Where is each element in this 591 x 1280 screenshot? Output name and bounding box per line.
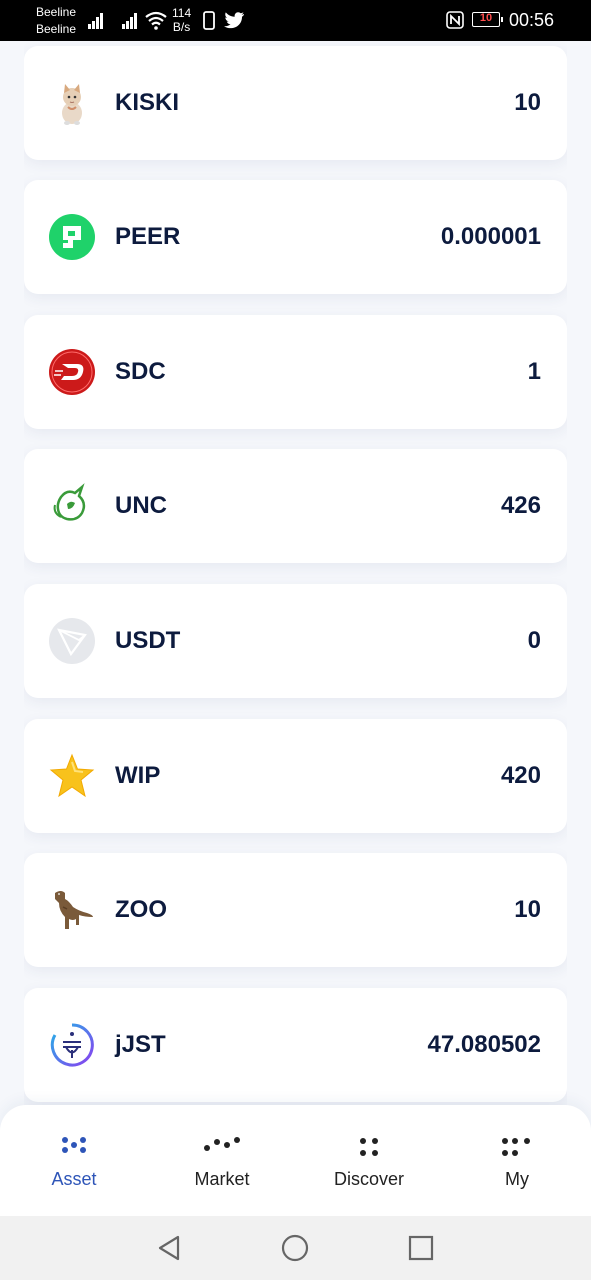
token-balance: 0.000001 bbox=[440, 223, 541, 250]
market-dots-icon bbox=[204, 1137, 240, 1151]
token-balance: 0 bbox=[527, 627, 541, 654]
token-balance: 10 bbox=[514, 89, 541, 116]
token-list[interactable]: KISKI 10 PEER 0.000001 SDC 1 UNC 426 USD… bbox=[24, 41, 567, 1107]
token-balance: 10 bbox=[514, 896, 541, 923]
tron-logo-icon bbox=[49, 618, 95, 664]
bottom-navigation: Asset Market Discover My bbox=[0, 1105, 591, 1216]
carrier-label-1: Beeline bbox=[36, 5, 77, 19]
peer-logo-icon bbox=[49, 214, 95, 260]
token-balance: 1 bbox=[527, 358, 541, 385]
my-dots-icon bbox=[502, 1138, 530, 1156]
speed-unit: B/s bbox=[172, 20, 191, 34]
dinosaur-icon bbox=[55, 891, 93, 929]
twitter-icon bbox=[224, 12, 244, 29]
nav-label-market: Market bbox=[194, 1169, 250, 1189]
unicorn-icon bbox=[53, 483, 86, 521]
token-balance: 420 bbox=[500, 762, 541, 789]
token-card-zoo[interactable]: ZOO 10 bbox=[24, 853, 567, 967]
carrier-label-2: Beeline bbox=[36, 22, 77, 36]
token-symbol: WIP bbox=[115, 762, 161, 789]
kitten-icon bbox=[62, 84, 82, 125]
signal-icon-1 bbox=[88, 13, 103, 29]
battery-level: 10 bbox=[479, 12, 493, 24]
phone-vibrate-icon bbox=[203, 11, 215, 30]
token-symbol: KISKI bbox=[115, 89, 180, 116]
status-bar: Beeline Beeline 114 B/s 10 00:56 bbox=[0, 0, 591, 41]
recent-apps-icon[interactable] bbox=[408, 1234, 434, 1262]
wifi-icon bbox=[145, 11, 167, 30]
back-icon[interactable] bbox=[156, 1234, 182, 1262]
nav-label-my: My bbox=[505, 1169, 529, 1189]
network-speed: 114 B/s bbox=[172, 6, 191, 34]
token-card-peer[interactable]: PEER 0.000001 bbox=[24, 180, 567, 294]
nfc-icon bbox=[446, 11, 464, 29]
token-card-usdt[interactable]: USDT 0 bbox=[24, 584, 567, 698]
star-icon bbox=[49, 753, 95, 798]
nav-tab-my[interactable]: My bbox=[443, 1105, 591, 1216]
token-symbol: SDC bbox=[115, 358, 166, 385]
nav-tab-asset[interactable]: Asset bbox=[0, 1105, 148, 1216]
token-card-sdc[interactable]: SDC 1 bbox=[24, 315, 567, 429]
clock: 00:56 bbox=[509, 10, 555, 30]
token-symbol: PEER bbox=[115, 223, 181, 250]
token-card-jjst[interactable]: jJST 47.080502 bbox=[24, 988, 567, 1102]
token-symbol: USDT bbox=[115, 627, 181, 654]
nav-tab-discover[interactable]: Discover bbox=[295, 1105, 443, 1216]
home-icon[interactable] bbox=[281, 1234, 309, 1262]
nav-label-discover: Discover bbox=[333, 1169, 404, 1189]
jst-logo-icon bbox=[50, 1023, 94, 1067]
token-card-unc[interactable]: UNC 426 bbox=[24, 449, 567, 563]
system-navigation-bar bbox=[0, 1216, 591, 1280]
battery-icon: 10 bbox=[472, 12, 503, 27]
token-card-kiski[interactable]: KISKI 10 bbox=[24, 46, 567, 160]
discover-dots-icon bbox=[360, 1138, 378, 1156]
signal-icon-2 bbox=[122, 13, 137, 29]
token-symbol: ZOO bbox=[115, 896, 167, 923]
token-symbol: jJST bbox=[115, 1031, 166, 1058]
token-card-wip[interactable]: WIP 420 bbox=[24, 719, 567, 833]
token-balance: 426 bbox=[500, 492, 541, 519]
token-balance: 47.080502 bbox=[427, 1031, 541, 1058]
nav-tab-market[interactable]: Market bbox=[148, 1105, 296, 1216]
asset-dots-icon bbox=[62, 1137, 86, 1153]
token-symbol: UNC bbox=[115, 492, 167, 519]
sdc-logo-icon bbox=[49, 349, 95, 395]
speed-value: 114 bbox=[172, 6, 192, 20]
nav-label-asset: Asset bbox=[51, 1169, 97, 1189]
